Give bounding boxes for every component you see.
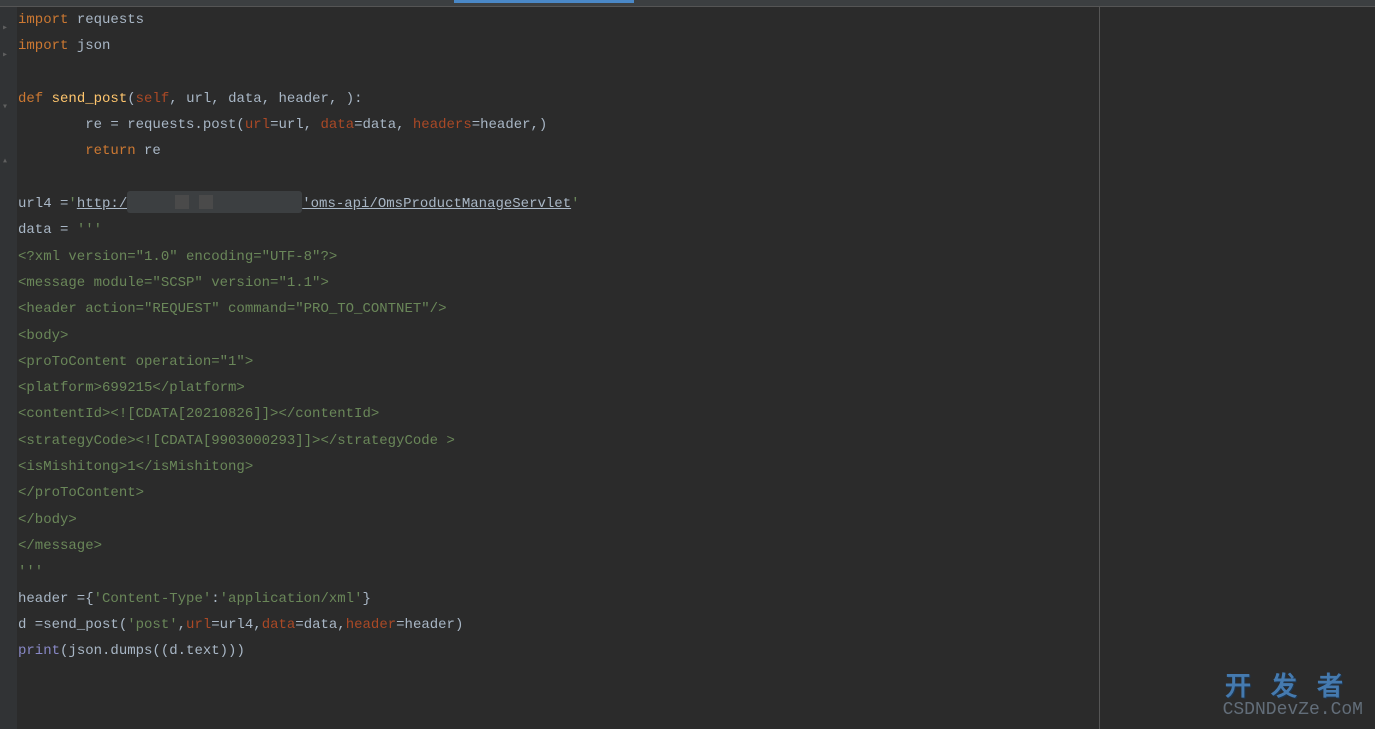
code-line: '''	[18, 559, 1099, 585]
editor-gutter: ▸ ▸ ▾ ▴	[0, 7, 17, 729]
code-line: <platform>699215</platform>	[18, 375, 1099, 401]
code-line: import requests	[18, 7, 1099, 33]
code-line: <strategyCode><![CDATA[9903000293]]></st…	[18, 428, 1099, 454]
code-line: </body>	[18, 507, 1099, 533]
fold-marker[interactable]: ▾	[2, 95, 8, 121]
fold-marker[interactable]: ▸	[2, 43, 8, 69]
code-line: <message module="SCSP" version="1.1">	[18, 270, 1099, 296]
fold-marker[interactable]: ▸	[2, 16, 8, 42]
code-line: return re	[18, 138, 1099, 164]
code-line: </proToContent>	[18, 480, 1099, 506]
code-line: import json	[18, 33, 1099, 59]
code-line: d =send_post('post',url=url4,data=data,h…	[18, 612, 1099, 638]
code-editor[interactable]: ▸ ▸ ▾ ▴ import requests import json def …	[0, 7, 1375, 729]
code-line: <contentId><![CDATA[20210826]]></content…	[18, 401, 1099, 427]
code-line: data = '''	[18, 217, 1099, 243]
code-line: def send_post(self, url, data, header, )…	[18, 86, 1099, 112]
code-line: <body>	[18, 323, 1099, 349]
code-line	[18, 165, 1099, 191]
fold-end-marker[interactable]: ▴	[2, 149, 8, 175]
code-line: <?xml version="1.0" encoding="UTF-8"?>	[18, 244, 1099, 270]
code-line: print(json.dumps((d.text)))	[18, 638, 1099, 664]
code-line: re = requests.post(url=url, data=data, h…	[18, 112, 1099, 138]
code-content[interactable]: import requests import json def send_pos…	[17, 7, 1100, 729]
code-line	[18, 60, 1099, 86]
code-line: <isMishitong>1</isMishitong>	[18, 454, 1099, 480]
code-line: </message>	[18, 533, 1099, 559]
tab-bar	[0, 0, 1375, 7]
code-line: <header action="REQUEST" command="PRO_TO…	[18, 296, 1099, 322]
code-line: <proToContent operation="1">	[18, 349, 1099, 375]
code-line: url4 ='http:/'oms-api/OmsProductManageSe…	[18, 191, 1099, 217]
code-line: header ={'Content-Type':'application/xml…	[18, 586, 1099, 612]
redacted-content	[127, 191, 302, 213]
